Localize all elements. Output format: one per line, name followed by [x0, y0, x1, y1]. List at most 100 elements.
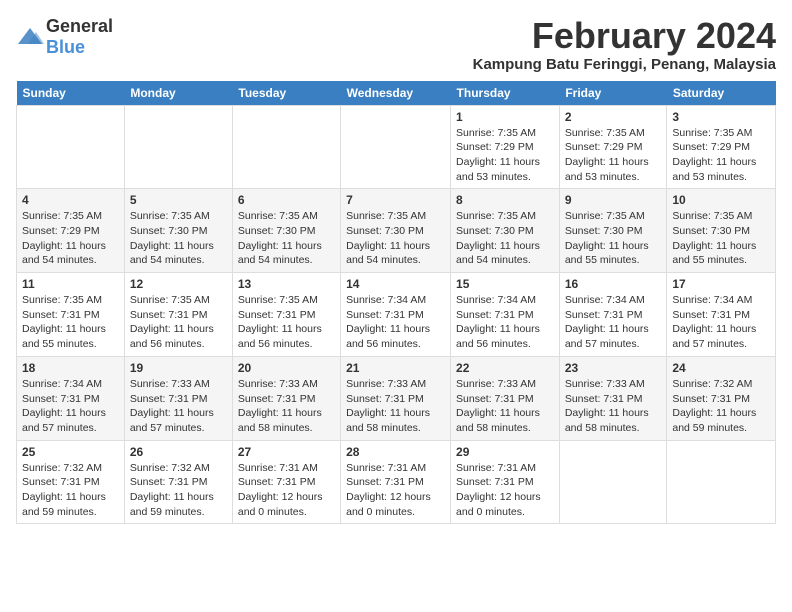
- calendar-cell: 12 Sunrise: 7:35 AMSunset: 7:31 PMDayligh…: [124, 273, 232, 357]
- day-info: Sunrise: 7:33 AMSunset: 7:31 PMDaylight:…: [346, 377, 445, 436]
- month-year: February 2024: [473, 16, 776, 56]
- calendar-cell: 20 Sunrise: 7:33 AMSunset: 7:31 PMDayligh…: [232, 356, 340, 440]
- calendar-cell: 14 Sunrise: 7:34 AMSunset: 7:31 PMDayligh…: [341, 273, 451, 357]
- day-info: Sunrise: 7:31 AMSunset: 7:31 PMDaylight:…: [238, 461, 335, 520]
- weekday-header-sunday: Sunday: [17, 81, 125, 106]
- calendar-cell: 26Sunrise: 7:32 AMSunset: 7:31 PMDayligh…: [124, 440, 232, 524]
- calendar-cell: 5 Sunrise: 7:35 AMSunset: 7:30 PMDaylight…: [124, 189, 232, 273]
- day-number: 10: [672, 193, 770, 207]
- day-number: 12: [130, 277, 227, 291]
- day-number: 19: [130, 361, 227, 375]
- day-number: 1: [456, 110, 554, 124]
- calendar-cell: 28 Sunrise: 7:31 AMSunset: 7:31 PMDayligh…: [341, 440, 451, 524]
- day-number: 25: [22, 445, 119, 459]
- calendar-cell: 6Sunrise: 7:35 AMSunset: 7:30 PMDaylight…: [232, 189, 340, 273]
- calendar-cell: [17, 105, 125, 189]
- calendar-week-row: 11Sunrise: 7:35 AMSunset: 7:31 PMDayligh…: [17, 273, 776, 357]
- day-info: Sunrise: 7:33 AMSunset: 7:31 PMDaylight:…: [565, 377, 662, 436]
- calendar-cell: 29 Sunrise: 7:31 AMSunset: 7:31 PMDayligh…: [451, 440, 560, 524]
- day-info: Sunrise: 7:31 AMSunset: 7:31 PMDaylight:…: [346, 461, 445, 520]
- logo-icon: [16, 26, 44, 48]
- day-info: Sunrise: 7:32 AMSunset: 7:31 PMDaylight:…: [672, 377, 770, 436]
- day-number: 27: [238, 445, 335, 459]
- calendar-cell: 18 Sunrise: 7:34 AMSunset: 7:31 PMDayligh…: [17, 356, 125, 440]
- day-number: 7: [346, 193, 445, 207]
- day-number: 5: [130, 193, 227, 207]
- day-info: Sunrise: 7:32 AMSunset: 7:31 PMDaylight:…: [130, 461, 227, 520]
- calendar-cell: 16Sunrise: 7:34 AMSunset: 7:31 PMDayligh…: [559, 273, 667, 357]
- day-info: Sunrise: 7:35 AMSunset: 7:31 PMDaylight:…: [22, 293, 119, 352]
- logo-blue: Blue: [46, 37, 85, 57]
- calendar-cell: 13Sunrise: 7:35 AMSunset: 7:31 PMDayligh…: [232, 273, 340, 357]
- weekday-header-saturday: Saturday: [667, 81, 776, 106]
- day-info: Sunrise: 7:35 AMSunset: 7:30 PMDaylight:…: [456, 209, 554, 268]
- calendar-cell: [232, 105, 340, 189]
- weekday-header-monday: Monday: [124, 81, 232, 106]
- day-info: Sunrise: 7:33 AMSunset: 7:31 PMDaylight:…: [130, 377, 227, 436]
- day-info: Sunrise: 7:35 AMSunset: 7:29 PMDaylight:…: [672, 126, 770, 185]
- calendar-cell: 8 Sunrise: 7:35 AMSunset: 7:30 PMDaylight…: [451, 189, 560, 273]
- calendar-cell: 21Sunrise: 7:33 AMSunset: 7:31 PMDayligh…: [341, 356, 451, 440]
- day-number: 15: [456, 277, 554, 291]
- logo-general: General: [46, 16, 113, 36]
- calendar-week-row: 4Sunrise: 7:35 AMSunset: 7:29 PMDaylight…: [17, 189, 776, 273]
- day-info: Sunrise: 7:35 AMSunset: 7:30 PMDaylight:…: [565, 209, 662, 268]
- day-number: 3: [672, 110, 770, 124]
- day-number: 8: [456, 193, 554, 207]
- calendar-cell: [124, 105, 232, 189]
- day-info: Sunrise: 7:33 AMSunset: 7:31 PMDaylight:…: [456, 377, 554, 436]
- calendar-week-row: 25 Sunrise: 7:32 AMSunset: 7:31 PMDayligh…: [17, 440, 776, 524]
- weekday-header-thursday: Thursday: [451, 81, 560, 106]
- calendar-cell: 23 Sunrise: 7:33 AMSunset: 7:31 PMDayligh…: [559, 356, 667, 440]
- weekday-header-wednesday: Wednesday: [341, 81, 451, 106]
- day-info: Sunrise: 7:33 AMSunset: 7:31 PMDaylight:…: [238, 377, 335, 436]
- day-info: Sunrise: 7:35 AMSunset: 7:31 PMDaylight:…: [130, 293, 227, 352]
- title-block: February 2024 Kampung Batu Feringgi, Pen…: [473, 16, 776, 73]
- calendar-cell: 1Sunrise: 7:35 AMSunset: 7:29 PMDaylight…: [451, 105, 560, 189]
- calendar-cell: 10 Sunrise: 7:35 AMSunset: 7:30 PMDayligh…: [667, 189, 776, 273]
- day-number: 9: [565, 193, 662, 207]
- page-header: General Blue February 2024 Kampung Batu …: [16, 16, 776, 73]
- day-number: 20: [238, 361, 335, 375]
- weekday-header-row: SundayMondayTuesdayWednesdayThursdayFrid…: [17, 81, 776, 106]
- calendar-table: SundayMondayTuesdayWednesdayThursdayFrid…: [16, 81, 776, 525]
- day-number: 2: [565, 110, 662, 124]
- day-number: 29: [456, 445, 554, 459]
- calendar-cell: 24 Sunrise: 7:32 AMSunset: 7:31 PMDayligh…: [667, 356, 776, 440]
- day-number: 17: [672, 277, 770, 291]
- weekday-header-friday: Friday: [559, 81, 667, 106]
- calendar-cell: 22 Sunrise: 7:33 AMSunset: 7:31 PMDayligh…: [451, 356, 560, 440]
- calendar-cell: 3 Sunrise: 7:35 AMSunset: 7:29 PMDaylight…: [667, 105, 776, 189]
- day-info: Sunrise: 7:34 AMSunset: 7:31 PMDaylight:…: [672, 293, 770, 352]
- day-number: 22: [456, 361, 554, 375]
- calendar-cell: [667, 440, 776, 524]
- day-info: Sunrise: 7:34 AMSunset: 7:31 PMDaylight:…: [565, 293, 662, 352]
- calendar-cell: 25 Sunrise: 7:32 AMSunset: 7:31 PMDayligh…: [17, 440, 125, 524]
- calendar-cell: 11Sunrise: 7:35 AMSunset: 7:31 PMDayligh…: [17, 273, 125, 357]
- weekday-header-tuesday: Tuesday: [232, 81, 340, 106]
- day-number: 28: [346, 445, 445, 459]
- day-info: Sunrise: 7:35 AMSunset: 7:30 PMDaylight:…: [672, 209, 770, 268]
- day-number: 14: [346, 277, 445, 291]
- calendar-cell: [559, 440, 667, 524]
- calendar-cell: 7 Sunrise: 7:35 AMSunset: 7:30 PMDaylight…: [341, 189, 451, 273]
- day-info: Sunrise: 7:34 AMSunset: 7:31 PMDaylight:…: [456, 293, 554, 352]
- day-number: 13: [238, 277, 335, 291]
- day-info: Sunrise: 7:34 AMSunset: 7:31 PMDaylight:…: [22, 377, 119, 436]
- day-info: Sunrise: 7:31 AMSunset: 7:31 PMDaylight:…: [456, 461, 554, 520]
- day-number: 4: [22, 193, 119, 207]
- day-number: 23: [565, 361, 662, 375]
- calendar-cell: 9 Sunrise: 7:35 AMSunset: 7:30 PMDaylight…: [559, 189, 667, 273]
- calendar-week-row: 1 Sunrise: 7:35 AMSunset: 7:29 PMDaylight…: [17, 105, 776, 189]
- day-info: Sunrise: 7:32 AMSunset: 7:31 PMDaylight:…: [22, 461, 119, 520]
- day-info: Sunrise: 7:35 AMSunset: 7:30 PMDaylight:…: [130, 209, 227, 268]
- day-number: 24: [672, 361, 770, 375]
- location: Kampung Batu Feringgi, Penang, Malaysia: [473, 56, 776, 73]
- day-number: 18: [22, 361, 119, 375]
- day-info: Sunrise: 7:34 AMSunset: 7:31 PMDaylight:…: [346, 293, 445, 352]
- calendar-cell: 4Sunrise: 7:35 AMSunset: 7:29 PMDaylight…: [17, 189, 125, 273]
- calendar-cell: 15 Sunrise: 7:34 AMSunset: 7:31 PMDayligh…: [451, 273, 560, 357]
- logo: General Blue: [16, 16, 113, 58]
- day-info: Sunrise: 7:35 AMSunset: 7:30 PMDaylight:…: [238, 209, 335, 268]
- day-info: Sunrise: 7:35 AMSunset: 7:30 PMDaylight:…: [346, 209, 445, 268]
